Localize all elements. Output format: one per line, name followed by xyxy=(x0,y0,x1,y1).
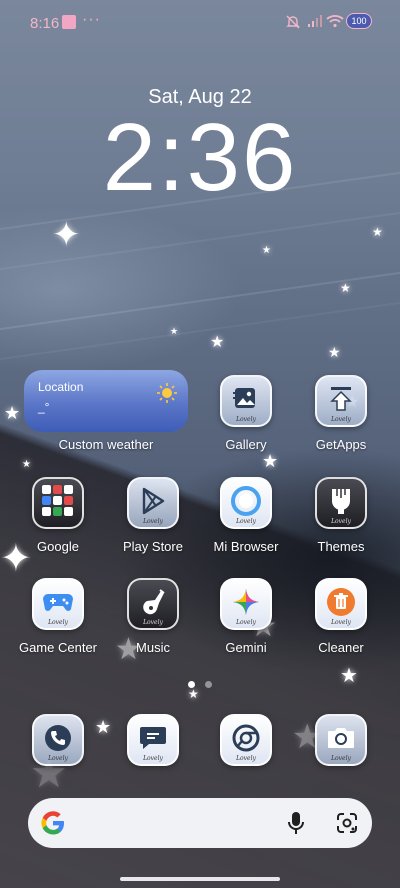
app-mibrowser[interactable]: Lovely Mi Browser xyxy=(196,477,296,554)
weather-widget-label: Custom weather xyxy=(58,437,154,452)
sparkle-icon: ★ xyxy=(262,451,279,471)
app-label: Gallery xyxy=(225,437,267,452)
icon-badge: Lovely xyxy=(236,518,256,525)
sparkle-icon: ★ xyxy=(170,326,179,336)
sparkle-icon: ★ xyxy=(262,245,271,256)
app-label: Game Center xyxy=(18,640,98,655)
app-label: GetApps xyxy=(315,437,367,452)
phone-icon: Lovely xyxy=(32,714,84,766)
wifi-icon xyxy=(326,15,344,28)
app-label: Music xyxy=(136,640,170,655)
app-label: Google xyxy=(37,539,79,554)
background-wave xyxy=(0,266,400,336)
dock-camera[interactable]: Lovely xyxy=(291,714,391,766)
sparkle-icon: ★ xyxy=(328,344,341,360)
themes-icon: Lovely xyxy=(315,477,367,529)
app-gallery[interactable]: Lovely Gallery xyxy=(196,375,296,452)
app-music[interactable]: Lovely Music xyxy=(103,578,203,655)
icon-badge: Lovely xyxy=(48,755,68,762)
mute-bell-icon xyxy=(286,15,300,29)
icon-badge: Lovely xyxy=(236,755,256,762)
gesture-nav-handle[interactable] xyxy=(120,877,280,881)
chrome-icon: Lovely xyxy=(220,714,272,766)
play-store-icon: Lovely xyxy=(127,477,179,529)
status-bar: 8:16 ··· 100 xyxy=(0,0,400,44)
icon-badge: Lovely xyxy=(143,619,163,626)
page-dot[interactable] xyxy=(205,681,213,688)
music-icon: Lovely xyxy=(127,578,179,630)
sun-icon xyxy=(157,383,177,403)
battery-level: 100 xyxy=(351,16,367,26)
sparkle-icon: ★ xyxy=(22,459,31,470)
icon-badge: Lovely xyxy=(331,755,351,762)
game-center-icon: Lovely xyxy=(32,578,84,630)
page-dot-active xyxy=(187,681,195,688)
microphone-icon[interactable] xyxy=(288,811,304,835)
icon-badge: Lovely xyxy=(236,619,256,626)
messages-icon: Lovely xyxy=(127,714,179,766)
page-indicator xyxy=(0,675,400,693)
battery-icon: 100 xyxy=(346,13,372,29)
status-time: 8:16 xyxy=(30,15,60,32)
cleaner-icon: Lovely xyxy=(315,578,367,630)
weather-location: Location xyxy=(38,380,84,394)
icon-badge: Lovely xyxy=(331,619,351,626)
icon-badge: Lovely xyxy=(331,416,351,423)
folder-icon xyxy=(32,477,84,529)
app-playstore[interactable]: Lovely Play Store xyxy=(103,477,203,554)
notification-icon xyxy=(62,15,76,29)
app-gemini[interactable]: Lovely Gemini xyxy=(196,578,296,655)
getapps-icon: Lovely xyxy=(315,375,367,427)
icon-badge: Lovely xyxy=(331,518,351,525)
gallery-icon: Lovely xyxy=(220,375,272,427)
google-search-bar[interactable] xyxy=(28,798,372,848)
sparkle-icon: ✦ xyxy=(52,216,81,254)
icon-badge: Lovely xyxy=(143,755,163,762)
sparkle-icon: ★ xyxy=(210,334,225,351)
app-folder-google[interactable]: Google xyxy=(8,477,108,554)
app-label: Mi Browser xyxy=(213,539,279,554)
app-getapps[interactable]: Lovely GetApps xyxy=(291,375,391,452)
icon-badge: Lovely xyxy=(143,518,163,525)
app-gamecenter[interactable]: Lovely Game Center xyxy=(8,578,108,655)
google-lens-icon[interactable] xyxy=(336,812,358,834)
app-label: Play Store xyxy=(123,539,183,554)
sparkle-icon: ★ xyxy=(372,225,383,239)
icon-badge: Lovely xyxy=(236,416,256,423)
camera-icon: Lovely xyxy=(315,714,367,766)
gemini-icon: Lovely xyxy=(220,578,272,630)
weather-temperature: _° xyxy=(38,400,50,414)
app-label: Gemini xyxy=(225,640,267,655)
app-label: Themes xyxy=(317,539,365,554)
sparkle-icon: ★ xyxy=(340,281,351,295)
mi-browser-icon: Lovely xyxy=(220,477,272,529)
app-themes[interactable]: Lovely Themes xyxy=(291,477,391,554)
signal-icon xyxy=(308,15,322,27)
icon-badge: Lovely xyxy=(48,619,68,626)
weather-widget[interactable]: Location _° xyxy=(24,370,188,432)
lock-clock: 2:36 xyxy=(102,104,298,211)
dock-phone[interactable]: Lovely xyxy=(8,714,108,766)
google-logo-icon xyxy=(41,811,64,835)
app-label: Cleaner xyxy=(318,640,364,655)
app-cleaner[interactable]: Lovely Cleaner xyxy=(291,578,391,655)
dock-messages[interactable]: Lovely xyxy=(103,714,203,766)
dock-chrome[interactable]: Lovely xyxy=(196,714,296,766)
more-notifications-icon: ··· xyxy=(82,11,101,28)
sparkle-icon: ★ xyxy=(4,403,21,423)
